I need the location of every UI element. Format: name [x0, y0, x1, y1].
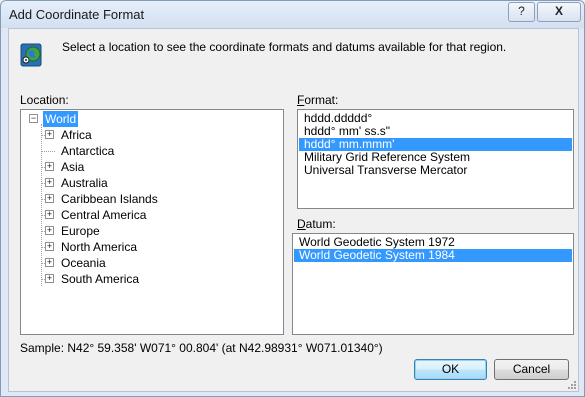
- tree-item-label: Asia: [61, 160, 85, 174]
- format-label: Format:: [297, 93, 339, 107]
- close-button[interactable]: X: [537, 2, 581, 22]
- window-title: Add Coordinate Format: [9, 7, 145, 22]
- location-tree[interactable]: − World + Africa Antarctica + Asia + Australia…: [20, 109, 284, 335]
- expand-icon[interactable]: +: [45, 162, 54, 171]
- title-bar[interactable]: Add Coordinate Format ? X: [1, 1, 584, 28]
- tree-line: [41, 151, 55, 152]
- location-label: Location:: [20, 93, 69, 107]
- globe-pin-icon: [20, 43, 42, 67]
- cancel-button[interactable]: Cancel: [494, 359, 569, 380]
- tree-item-label: Europe: [61, 224, 100, 238]
- tree-item-label: Africa: [61, 128, 92, 142]
- tree-item-label: Central America: [61, 208, 147, 222]
- help-button[interactable]: ?: [508, 2, 535, 22]
- datum-label: Datum:: [297, 217, 336, 231]
- expand-icon[interactable]: +: [45, 130, 54, 139]
- expand-icon[interactable]: +: [45, 178, 54, 187]
- ok-button[interactable]: OK: [414, 359, 487, 380]
- resize-grip-icon[interactable]: [566, 379, 576, 389]
- collapse-icon[interactable]: −: [29, 114, 38, 123]
- tree-item-label: Australia: [61, 176, 108, 190]
- tree-item-label: Caribbean Islands: [61, 192, 158, 206]
- tree-item-label: Antarctica: [61, 144, 115, 158]
- format-list[interactable]: hddd.ddddd° hddd° mm' ss.s" hddd° mm.mmm' M…: [297, 109, 574, 209]
- tree-item-label: South America: [61, 272, 140, 286]
- sample-text: Sample: N42° 59.358' W071° 00.804' (at N…: [20, 341, 383, 355]
- format-option[interactable]: Universal Transverse Mercator: [299, 164, 572, 177]
- dialog-body: Select a location to see the coordinate …: [8, 28, 579, 392]
- datum-option[interactable]: World Geodetic System 1984: [294, 249, 572, 262]
- expand-icon[interactable]: +: [45, 274, 54, 283]
- tree-item-label: Oceania: [61, 256, 106, 270]
- intro-text: Select a location to see the coordinate …: [62, 40, 507, 54]
- tree-line: [41, 124, 42, 286]
- expand-icon[interactable]: +: [45, 194, 54, 203]
- datum-list[interactable]: World Geodetic System 1972 World Geodetic…: [292, 233, 574, 335]
- dialog-window: Add Coordinate Format ? X Select a locat…: [0, 0, 585, 397]
- expand-icon[interactable]: +: [45, 242, 54, 251]
- tree-item-label: World: [43, 111, 79, 127]
- expand-icon[interactable]: +: [45, 258, 54, 267]
- expand-icon[interactable]: +: [45, 226, 54, 235]
- expand-icon[interactable]: +: [45, 210, 54, 219]
- tree-item-label: North America: [61, 240, 138, 254]
